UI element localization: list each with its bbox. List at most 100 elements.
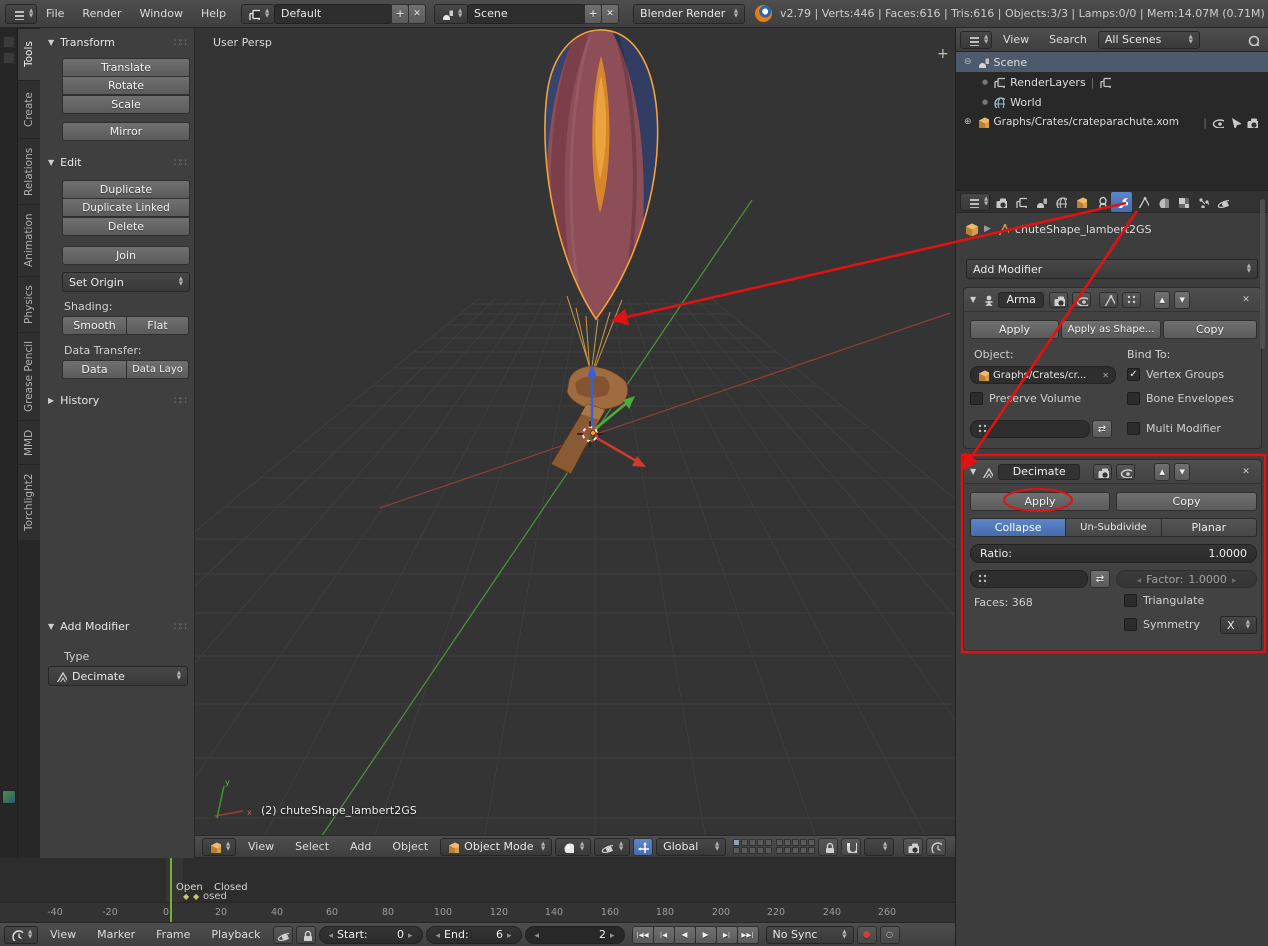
tab-physics[interactable]: [1213, 193, 1232, 211]
menu-marker[interactable]: Marker: [88, 928, 144, 941]
menu-add[interactable]: Add: [341, 840, 380, 853]
preserve-volume-checkbox-row[interactable]: Preserve Volume: [970, 392, 1081, 405]
armature-apply-button[interactable]: Apply: [970, 320, 1059, 339]
transform-orientation-dropdown[interactable]: Global: [656, 837, 727, 856]
history-panel-header[interactable]: ▶ History: [48, 394, 99, 407]
modifier-render-toggle[interactable]: [1093, 463, 1113, 480]
scene-delete-button[interactable]: ✕: [601, 3, 620, 24]
transform-panel-header[interactable]: ▼ Transform: [48, 36, 115, 49]
symmetry-checkbox-row[interactable]: Symmetry: [1124, 618, 1200, 631]
properties-scrollbar[interactable]: [1260, 199, 1265, 349]
add-modifier-panel-header[interactable]: ▼ Add Modifier: [48, 620, 129, 633]
outliner-row-world[interactable]: ● World: [956, 92, 1268, 112]
modifier-name-field[interactable]: Decimate: [998, 463, 1081, 480]
breadcrumb-object-name[interactable]: chuteShape_lambert2GS: [1015, 223, 1152, 236]
preserve-volume-checkbox[interactable]: [970, 392, 983, 405]
modifier-viewport-toggle[interactable]: [1072, 291, 1092, 308]
toolshelf-tab-tools[interactable]: Tools: [18, 28, 40, 80]
set-origin-dropdown[interactable]: Set Origin: [62, 272, 190, 292]
preview-range-toggle[interactable]: [272, 925, 293, 944]
toolshelf-tab-create[interactable]: Create: [18, 80, 40, 138]
viewport-3d[interactable]: User Persp + x y (2) chuteShape_lambert2…: [195, 28, 955, 835]
tab-material[interactable]: [1153, 193, 1172, 211]
modifier-close-button[interactable]: ✕: [1237, 292, 1255, 308]
panel-drag-dots[interactable]: ∷∷: [174, 36, 187, 49]
manipulator-translate-toggle[interactable]: [633, 837, 654, 856]
outliner-search-button[interactable]: [1243, 31, 1263, 49]
modifier-editmode-toggle[interactable]: [1099, 291, 1119, 308]
delete-button[interactable]: Delete: [62, 217, 190, 236]
rotate-button[interactable]: Rotate: [62, 76, 190, 95]
triangulate-checkbox-row[interactable]: Triangulate: [1124, 594, 1204, 607]
multi-modifier-checkbox-row[interactable]: Multi Modifier: [1127, 422, 1221, 435]
menu-render[interactable]: Render: [73, 7, 130, 20]
panel-toggle-icon[interactable]: [3, 36, 15, 48]
editor-type-info-button[interactable]: [5, 3, 37, 24]
toolshelf-tab-torchlight2[interactable]: Torchlight2: [18, 464, 40, 540]
scene-add-button[interactable]: +: [584, 3, 603, 24]
decimate-copy-button[interactable]: Copy: [1116, 492, 1257, 511]
mode-unsubdivide-tab[interactable]: Un-Subdivide: [1065, 518, 1162, 537]
play-button[interactable]: ▶: [694, 925, 717, 944]
tab-texture[interactable]: [1173, 193, 1192, 211]
triangulate-checkbox[interactable]: [1124, 594, 1137, 607]
lock-time-toggle[interactable]: [295, 925, 316, 944]
scene-field[interactable]: Scene: [467, 3, 586, 24]
scale-button[interactable]: Scale: [62, 95, 190, 114]
tab-object[interactable]: [1071, 193, 1090, 211]
join-button[interactable]: Join: [62, 246, 190, 265]
modifier-render-toggle[interactable]: [1049, 291, 1069, 308]
pivot-point-dropdown[interactable]: [594, 837, 631, 856]
opengl-render-still-button[interactable]: [903, 837, 924, 856]
tab-world[interactable]: [1051, 193, 1070, 211]
viewport-shading-dropdown[interactable]: [555, 837, 592, 856]
armature-modifier-header[interactable]: ▼ Arma ▲ ▼ ✕: [964, 288, 1261, 312]
panel-toggle-icon[interactable]: [3, 52, 15, 64]
multi-modifier-checkbox[interactable]: [1127, 422, 1140, 435]
editor-type-3dview-button[interactable]: [202, 837, 236, 856]
shade-flat-button[interactable]: Flat: [126, 316, 189, 335]
outliner-scope-dropdown[interactable]: All Scenes: [1097, 30, 1200, 49]
toolshelf-tab-physics[interactable]: Physics: [18, 276, 40, 332]
layers-widget[interactable]: [733, 839, 816, 854]
jump-to-start-button[interactable]: |◀◀: [631, 925, 654, 944]
vertex-groups-checkbox-row[interactable]: Vertex Groups: [1127, 368, 1224, 381]
outliner-row-crateparachute[interactable]: ⊕ Graphs/Crates/crateparachute.xom |: [956, 112, 1268, 132]
symmetry-axis-dropdown[interactable]: X: [1220, 616, 1257, 634]
shade-smooth-button[interactable]: Smooth: [62, 316, 127, 335]
panel-drag-dots[interactable]: ∷∷: [174, 394, 187, 407]
keying-set-button[interactable]: ○: [879, 925, 900, 944]
lock-to-scene-toggle[interactable]: [818, 837, 839, 856]
tab-scene[interactable]: [1031, 193, 1050, 211]
opengl-render-anim-button[interactable]: [926, 837, 947, 856]
edit-panel-header[interactable]: ▼ Edit: [48, 156, 81, 169]
menu-search[interactable]: Search: [1040, 33, 1096, 46]
collapse-triangle-icon[interactable]: ▼: [970, 467, 976, 476]
menu-object[interactable]: Object: [383, 840, 437, 853]
data-transfer-data-button[interactable]: Data: [62, 360, 127, 379]
tab-object-data[interactable]: [1133, 193, 1152, 211]
menu-playback[interactable]: Playback: [202, 928, 269, 941]
data-transfer-layout-button[interactable]: Data Layo: [126, 360, 189, 379]
renderlayer-chip-icon[interactable]: [1099, 76, 1112, 88]
armature-object-field[interactable]: Graphs/Crates/cr... ✕: [970, 366, 1116, 384]
menu-frame[interactable]: Frame: [147, 928, 199, 941]
clear-object-icon[interactable]: ✕: [1102, 371, 1109, 380]
outliner-row-renderlayers[interactable]: ● RenderLayers |: [956, 72, 1268, 92]
editor-type-outliner-button[interactable]: [960, 30, 992, 49]
panel-drag-dots[interactable]: ∷∷: [174, 620, 187, 633]
color-swatch-icon[interactable]: [2, 790, 16, 804]
marker-diamond-icon[interactable]: ◆: [193, 892, 199, 901]
mode-dropdown[interactable]: Object Mode: [440, 837, 553, 856]
modifier-name-field[interactable]: Arma: [998, 291, 1045, 308]
mode-planar-tab[interactable]: Planar: [1160, 518, 1257, 537]
snap-toggle[interactable]: [841, 837, 862, 856]
visibility-eye-icon[interactable]: [1212, 116, 1224, 128]
modifier-move-down-button[interactable]: ▼: [1174, 462, 1191, 481]
mirror-button[interactable]: Mirror: [62, 122, 190, 141]
decimate-invert-vgroup-button[interactable]: ⇄: [1090, 570, 1110, 588]
tab-render-layers[interactable]: [1011, 193, 1030, 211]
tab-modifiers[interactable]: [1111, 191, 1132, 212]
modifier-viewport-toggle[interactable]: [1116, 463, 1136, 480]
duplicate-button[interactable]: Duplicate: [62, 180, 190, 199]
